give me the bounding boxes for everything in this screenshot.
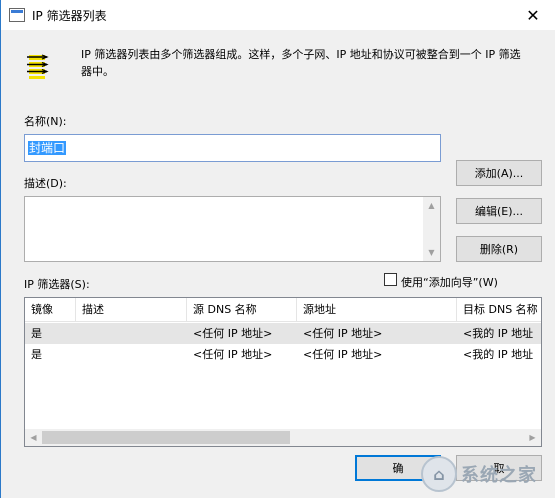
- column-header-source-address[interactable]: 源地址: [297, 298, 457, 322]
- watermark-logo-icon: ⌂: [421, 456, 457, 492]
- list-horizontal-scrollbar[interactable]: ◀ ▶: [25, 429, 541, 446]
- column-header-mirror[interactable]: 镜像: [25, 298, 76, 322]
- cell-mirror: 是: [31, 348, 42, 361]
- column-header-source-dns[interactable]: 源 DNS 名称: [187, 298, 297, 322]
- cell-source-dns: <任何 IP 地址>: [193, 348, 273, 361]
- cell-description: [76, 323, 187, 344]
- name-label: 名称(N):: [24, 115, 67, 128]
- name-input[interactable]: 封端口: [24, 134, 441, 162]
- ip-filter-list[interactable]: 镜像 描述 源 DNS 名称 源地址 目标 DNS 名称 是 <任何 IP 地址…: [24, 297, 542, 447]
- column-header-description[interactable]: 描述: [76, 298, 187, 322]
- cell-mirror: 是: [31, 327, 42, 340]
- watermark-text: 系统之家: [461, 465, 537, 486]
- list-header: 镜像 描述 源 DNS 名称 源地址 目标 DNS 名称: [25, 298, 541, 322]
- delete-button[interactable]: 删除(R): [456, 236, 542, 262]
- dialog-description: IP 筛选器列表由多个筛选器组成。这样，多个子网、IP 地址和协议可被整合到一个…: [81, 48, 521, 78]
- scrollbar-thumb[interactable]: [42, 431, 290, 444]
- add-button[interactable]: 添加(A)...: [456, 160, 542, 186]
- list-item[interactable]: 是 <任何 IP 地址> <任何 IP 地址> <我的 IP 地址: [25, 344, 541, 365]
- cell-source-address: <任何 IP 地址>: [303, 348, 383, 361]
- filter-list-icon: [27, 54, 49, 79]
- edit-button[interactable]: 编辑(E)...: [456, 198, 542, 224]
- close-icon: ✕: [526, 5, 540, 25]
- cell-dest-dns: <我的 IP 地址: [463, 348, 534, 361]
- cell-source-address: <任何 IP 地址>: [303, 327, 383, 340]
- use-wizard-checkbox[interactable]: [384, 273, 397, 286]
- description-scrollbar[interactable]: ▲ ▼: [423, 197, 440, 261]
- cell-description: [76, 344, 187, 365]
- name-input-value: 封端口: [28, 141, 67, 155]
- window-title: IP 筛选器列表: [32, 8, 107, 23]
- close-button[interactable]: ✕: [510, 0, 555, 30]
- title-bar: IP 筛选器列表 ✕: [1, 0, 555, 30]
- scroll-right-icon[interactable]: ▶: [524, 429, 541, 446]
- description-label: 描述(D):: [24, 177, 67, 190]
- ip-filters-label: IP 筛选器(S):: [24, 278, 90, 291]
- window-icon: [9, 8, 25, 22]
- description-textarea[interactable]: ▲ ▼: [24, 196, 441, 262]
- cell-source-dns: <任何 IP 地址>: [193, 327, 273, 340]
- list-item[interactable]: 是 <任何 IP 地址> <任何 IP 地址> <我的 IP 地址: [25, 323, 541, 344]
- scroll-down-icon[interactable]: ▼: [423, 244, 440, 261]
- watermark: ⌂ 系统之家: [421, 454, 551, 494]
- cell-dest-dns: <我的 IP 地址: [463, 327, 534, 340]
- column-header-dest-dns[interactable]: 目标 DNS 名称: [457, 298, 541, 322]
- scroll-left-icon[interactable]: ◀: [25, 429, 42, 446]
- use-wizard-label[interactable]: 使用“添加向导”(W): [401, 274, 498, 290]
- scroll-up-icon[interactable]: ▲: [423, 197, 440, 214]
- ip-filter-list-dialog: IP 筛选器列表 ✕ IP 筛选器列表由多个筛选器组成。这样，多个子网、IP 地…: [0, 0, 555, 498]
